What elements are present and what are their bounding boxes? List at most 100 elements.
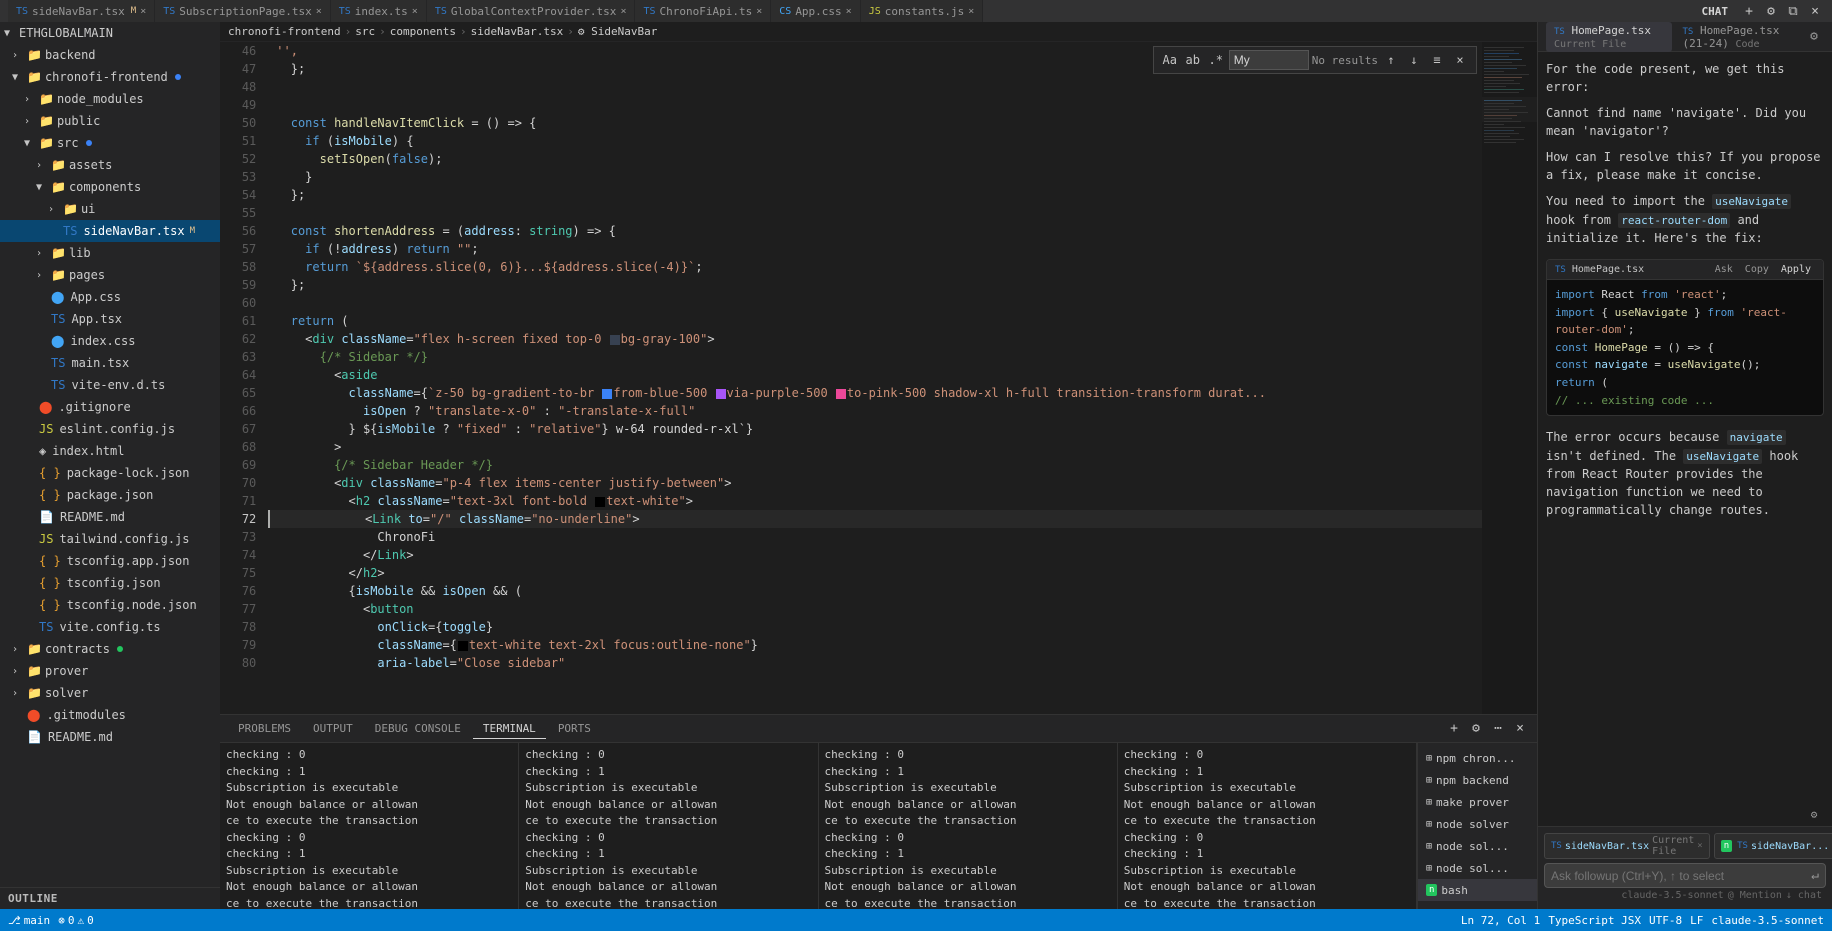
- tab-globalcontext[interactable]: TS GlobalContextProvider.tsx ×: [427, 0, 636, 22]
- apply-button[interactable]: Apply: [1777, 263, 1815, 276]
- terminal-tab-output[interactable]: OUTPUT: [303, 719, 363, 738]
- terminal-tab-debug[interactable]: DEBUG CONSOLE: [365, 719, 471, 738]
- sidebar-item-readme-root[interactable]: 📄 README.md: [0, 726, 220, 748]
- split-icon[interactable]: ⧉: [1784, 2, 1802, 20]
- encoding-status[interactable]: UTF-8: [1649, 914, 1682, 927]
- terminal-session-make-prover[interactable]: ⊞ make prover: [1418, 791, 1537, 813]
- git-branch-status[interactable]: ⎇ main: [8, 914, 50, 927]
- sidebar-item-pages[interactable]: › 📁 pages: [0, 264, 220, 286]
- tab-close[interactable]: ×: [620, 6, 626, 17]
- tab-close[interactable]: ×: [846, 6, 852, 17]
- file-type-status[interactable]: TypeScript JSX: [1548, 914, 1641, 927]
- settings-icon[interactable]: ⚙: [1762, 2, 1780, 20]
- tab-close[interactable]: ×: [316, 6, 322, 17]
- tab-label: sideNavBar.tsx: [32, 5, 125, 18]
- terminal-session-node-sol1[interactable]: ⊞ node sol...: [1418, 835, 1537, 857]
- next-match-icon[interactable]: ↓: [1404, 50, 1424, 70]
- tab-chronofiapi[interactable]: TS ChronoFiApi.ts ×: [635, 0, 771, 22]
- sidebar-item-readme[interactable]: 📄 README.md: [0, 506, 220, 528]
- tab-close[interactable]: ×: [412, 6, 418, 17]
- sidebar-item-public[interactable]: › 📁 public: [0, 110, 220, 132]
- chat-file-chip-n[interactable]: n TS sideNavBar... ×: [1714, 833, 1832, 859]
- sidebar-item-eslint[interactable]: JS eslint.config.js: [0, 418, 220, 440]
- chat-file-chip-sidenavbar[interactable]: TS sideNavBar.tsx Current File ×: [1544, 833, 1710, 859]
- close-find-icon[interactable]: ×: [1450, 50, 1470, 70]
- sidebar-item-gitmodules[interactable]: ⬤ .gitmodules: [0, 704, 220, 726]
- chat-settings-icon[interactable]: ⚙: [1804, 27, 1824, 47]
- sidebar-item-gitignore[interactable]: ⬤ .gitignore: [0, 396, 220, 418]
- terminal-session-bash[interactable]: n bash: [1418, 879, 1537, 901]
- tab-subscriptionpage[interactable]: TS SubscriptionPage.tsx ×: [155, 0, 331, 22]
- ask-button[interactable]: Ask: [1711, 263, 1737, 276]
- find-mode-list-icon[interactable]: ≡: [1427, 50, 1447, 70]
- sidebar-item-packagelock[interactable]: { } package-lock.json: [0, 462, 220, 484]
- prev-match-icon[interactable]: ↑: [1381, 50, 1401, 70]
- sidebar-item-lib[interactable]: › 📁 lib: [0, 242, 220, 264]
- errors-status[interactable]: ⊗ 0 ⚠ 0: [58, 914, 94, 927]
- close-chat-icon[interactable]: ×: [1806, 2, 1824, 20]
- breadcrumb-part: src: [355, 25, 375, 38]
- chat-bottom-settings-icon[interactable]: ⚙: [1804, 804, 1824, 824]
- chip-close-icon[interactable]: ×: [1697, 841, 1702, 851]
- add-chat-icon[interactable]: +: [1740, 2, 1758, 20]
- terminal-session-npm-backend[interactable]: ⊞ npm backend: [1418, 769, 1537, 791]
- sidebar-item-prover[interactable]: › 📁 prover: [0, 660, 220, 682]
- find-input[interactable]: [1229, 50, 1309, 70]
- sidebar-item-package[interactable]: { } package.json: [0, 484, 220, 506]
- model-status[interactable]: claude-3.5-sonnet: [1711, 914, 1824, 927]
- sidebar-item-indexcss[interactable]: ⬤ index.css: [0, 330, 220, 352]
- sidebar-item-chronofi-frontend[interactable]: ▼ 📁 chronofi-frontend: [0, 66, 220, 88]
- chat-tab-homepage-current[interactable]: TS HomePage.tsx Current File: [1546, 22, 1672, 52]
- close-terminal-icon[interactable]: ×: [1511, 720, 1529, 738]
- whole-word-icon[interactable]: ab: [1183, 50, 1203, 70]
- tab-sidenavbar-1[interactable]: TS sideNavBar.tsx M ×: [8, 0, 155, 22]
- sidebar-item-backend[interactable]: › 📁 backend: [0, 44, 220, 66]
- sidebar-item-src[interactable]: ▼ 📁 src: [0, 132, 220, 154]
- regex-icon[interactable]: .*: [1206, 50, 1226, 70]
- tab-appcss[interactable]: CS App.css ×: [771, 0, 860, 22]
- sidebar-item-indexhtml[interactable]: ◈ index.html: [0, 440, 220, 462]
- sidebar-item-viteenv[interactable]: TS vite-env.d.ts: [0, 374, 220, 396]
- sidebar-item-contracts[interactable]: › 📁 contracts: [0, 638, 220, 660]
- chat-tab-homepage-code[interactable]: TS HomePage.tsx (21-24) Code: [1674, 22, 1804, 52]
- at-mention-btn[interactable]: @ Mention: [1728, 890, 1782, 901]
- terminal-tab-ports[interactable]: PORTS: [548, 719, 601, 738]
- tab-index-ts[interactable]: TS index.ts ×: [331, 0, 427, 22]
- line-ending-status[interactable]: LF: [1690, 914, 1703, 927]
- terminal-session-node-solver[interactable]: ⊞ node solver: [1418, 813, 1537, 835]
- breadcrumb-sep: ›: [567, 25, 574, 38]
- terminal-session-node-sol2[interactable]: ⊞ node sol...: [1418, 857, 1537, 879]
- send-button[interactable]: ↵: [1811, 868, 1819, 883]
- sidebar-item-sidenavbar[interactable]: TS sideNavBar.tsx M: [0, 220, 220, 242]
- case-sensitive-icon[interactable]: Aa: [1160, 50, 1180, 70]
- sidebar-item-label: public: [57, 114, 100, 128]
- sidebar-item-tailwind[interactable]: JS tailwind.config.js: [0, 528, 220, 550]
- terminal-settings-icon[interactable]: ⚙: [1467, 720, 1485, 738]
- sidebar-item-components[interactable]: ▼ 📁 components: [0, 176, 220, 198]
- sidebar-item-tsconfig[interactable]: { } tsconfig.json: [0, 572, 220, 594]
- terminal-more-icon[interactable]: ⋯: [1489, 720, 1507, 738]
- line-col-status[interactable]: Ln 72, Col 1: [1461, 914, 1540, 927]
- code-editor[interactable]: 46 '', 47 }; 48 49: [220, 42, 1482, 714]
- sidebar-item-ethglobalmain[interactable]: ▼ ETHGLOBALMAIN: [0, 22, 220, 44]
- sidebar-item-ui[interactable]: › 📁 ui: [0, 198, 220, 220]
- sidebar-item-solver[interactable]: › 📁 solver: [0, 682, 220, 704]
- tab-close[interactable]: ×: [140, 6, 146, 17]
- sidebar-item-appcss[interactable]: ⬤ App.css: [0, 286, 220, 308]
- sidebar-item-node-modules[interactable]: › 📁 node_modules: [0, 88, 220, 110]
- sidebar-item-maintsx[interactable]: TS main.tsx: [0, 352, 220, 374]
- chat-input[interactable]: [1551, 869, 1807, 883]
- copy-button[interactable]: Copy: [1741, 263, 1773, 276]
- tab-close[interactable]: ×: [756, 6, 762, 17]
- sidebar-item-tsconfignode[interactable]: { } tsconfig.node.json: [0, 594, 220, 616]
- tab-constants[interactable]: JS constants.js ×: [861, 0, 984, 22]
- tab-close[interactable]: ×: [968, 6, 974, 17]
- add-terminal-icon[interactable]: +: [1445, 720, 1463, 738]
- sidebar-item-viteconfig[interactable]: TS vite.config.ts: [0, 616, 220, 638]
- terminal-tab-terminal[interactable]: TERMINAL: [473, 719, 546, 739]
- sidebar-item-apptsx[interactable]: TS App.tsx: [0, 308, 220, 330]
- sidebar-item-tsconfigapp[interactable]: { } tsconfig.app.json: [0, 550, 220, 572]
- terminal-tab-problems[interactable]: PROBLEMS: [228, 719, 301, 738]
- terminal-session-npm-chron[interactable]: ⊞ npm chron...: [1418, 747, 1537, 769]
- sidebar-item-assets[interactable]: › 📁 assets: [0, 154, 220, 176]
